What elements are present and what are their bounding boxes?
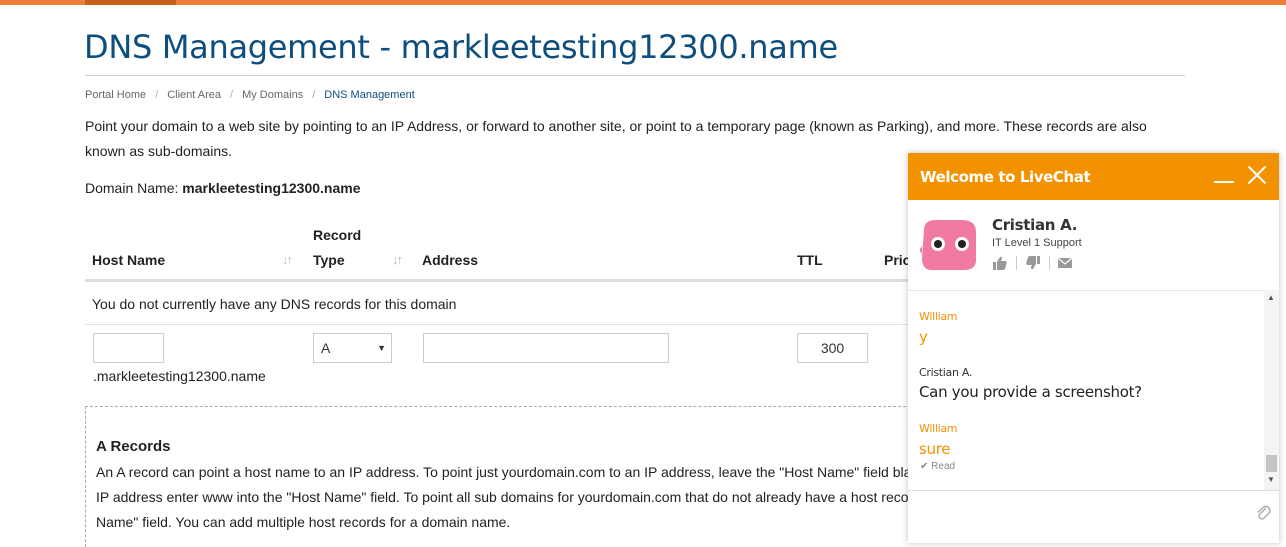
chevron-down-icon: ▼ [377, 343, 386, 353]
a-records-description: An A record can point a host name to an … [96, 460, 936, 535]
chat-header: Welcome to LiveChat [908, 153, 1279, 200]
rating-separator [1049, 256, 1050, 270]
scroll-up-icon[interactable]: ▲ [1267, 293, 1275, 302]
breadcrumb: Portal Home / Client Area / My Domains / DNS M… [85, 89, 415, 101]
read-status: ✔ Read [920, 461, 956, 472]
header-record-type-line2[interactable]: Type [313, 252, 345, 268]
message-author: William [919, 422, 958, 435]
agent-info: Cristian A. IT Level 1 Support [908, 200, 1279, 291]
title-divider [85, 75, 1185, 76]
header-ttl: TTL [797, 252, 823, 268]
host-name-input[interactable] [93, 333, 164, 363]
paperclip-icon[interactable] [1255, 503, 1271, 521]
domain-name-line: Domain Name: markleetesting12300.name [85, 180, 360, 196]
livechat-widget: Welcome to LiveChat Cristian A. IT Level… [908, 153, 1279, 543]
record-type-value: A [321, 340, 331, 356]
breadcrumb-my-domains[interactable]: My Domains [242, 89, 303, 101]
a-records-line: IP address enter www into the "Host Name… [96, 489, 909, 505]
message-author: William [919, 310, 958, 323]
top-accent-active [85, 0, 176, 5]
chat-title: Welcome to LiveChat [920, 168, 1091, 186]
address-input[interactable] [423, 333, 669, 363]
agent-name: Cristian A. [992, 216, 1078, 234]
minimize-icon[interactable] [1214, 165, 1234, 185]
domain-name-value: markleetesting12300.name [182, 180, 361, 196]
top-accent-bar [0, 0, 1286, 5]
scroll-thumb[interactable] [1266, 455, 1277, 472]
chat-message-input[interactable] [908, 490, 1279, 543]
agent-role: IT Level 1 Support [992, 237, 1082, 249]
a-records-title: A Records [96, 438, 171, 455]
scroll-down-icon[interactable]: ▼ [1267, 475, 1275, 484]
sort-icon[interactable]: ↓↑ [282, 252, 293, 267]
message-text: Can you provide a screenshot? [919, 383, 1142, 401]
message-text: sure [919, 440, 951, 458]
message-list: William y Cristian A. Can you provide a … [908, 290, 1264, 490]
breadcrumb-dns-management: DNS Management [324, 89, 415, 101]
record-type-select[interactable]: A ▼ [313, 333, 392, 363]
header-host-name[interactable]: Host Name [92, 252, 165, 268]
ttl-input[interactable]: 300 [797, 333, 868, 363]
table-row-divider [85, 324, 910, 325]
empty-records-message: You do not currently have any DNS record… [92, 296, 457, 312]
breadcrumb-portal-home[interactable]: Portal Home [85, 89, 146, 101]
domain-suffix: .markleetesting12300.name [93, 368, 266, 384]
a-records-line: Name" field. You can add multiple host r… [96, 514, 511, 530]
rating-separator [1016, 256, 1017, 270]
email-icon[interactable] [1057, 255, 1073, 271]
page-title: DNS Management - markleetesting12300.nam… [84, 28, 838, 66]
header-record-type-line1[interactable]: Record [313, 227, 361, 243]
sort-icon[interactable]: ↓↑ [392, 252, 403, 267]
breadcrumb-client-area[interactable]: Client Area [167, 89, 221, 101]
a-records-line: An A record can point a host name to an … [96, 464, 912, 480]
message-text: y [919, 328, 928, 346]
header-address: Address [422, 252, 479, 268]
header-priority: Pric [884, 252, 911, 268]
table-header-divider [85, 279, 910, 282]
thumbs-up-icon[interactable] [992, 255, 1008, 271]
thumbs-down-icon[interactable] [1025, 255, 1041, 271]
domain-name-label: Domain Name: [85, 180, 179, 196]
agent-avatar [920, 220, 976, 270]
message-author: Cristian A. [919, 366, 973, 379]
chat-scrollbar[interactable]: ▲ ▼ [1264, 290, 1279, 490]
close-icon[interactable] [1247, 165, 1267, 185]
